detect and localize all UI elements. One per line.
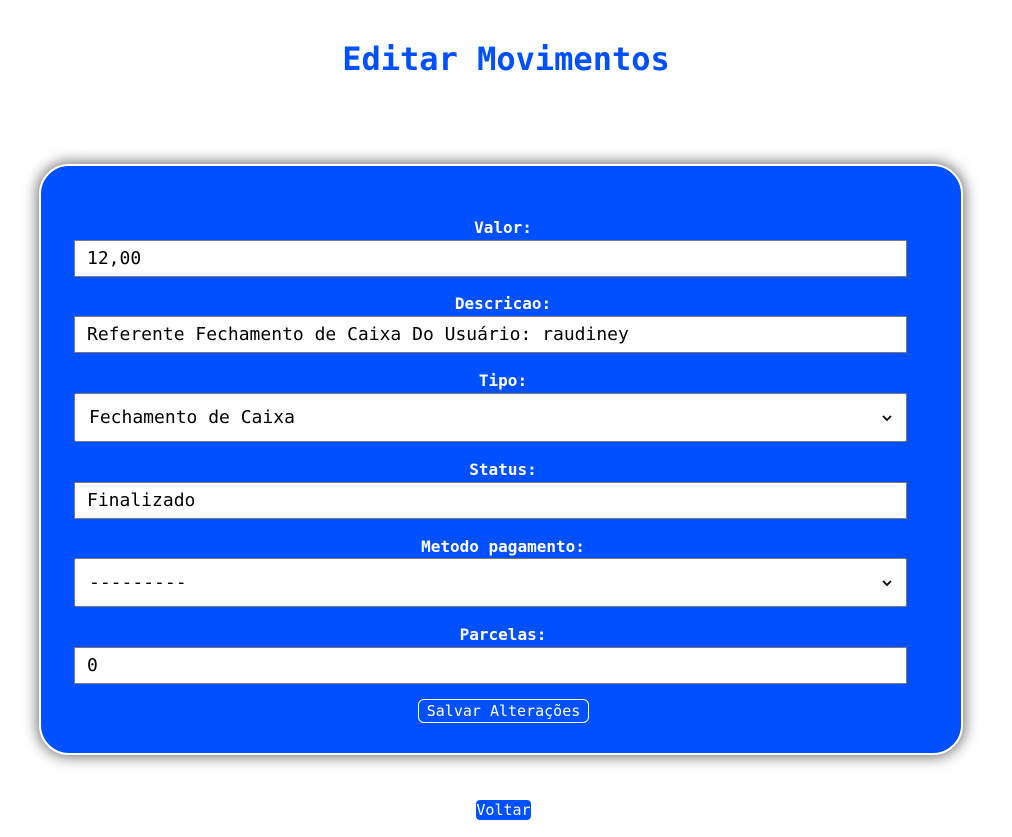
save-changes-button[interactable]: Salvar Alterações (418, 699, 589, 723)
page-title: Editar Movimentos (342, 40, 670, 78)
edit-movement-form: Valor: 12,00 Descricao: Referente Fecham… (39, 164, 963, 755)
descricao-label: Descricao: (454, 294, 552, 313)
tipo-select[interactable]: Fechamento de Caixa (74, 393, 907, 442)
parcelas-input[interactable]: 0 (74, 647, 907, 684)
valor-label: Valor: (474, 218, 532, 237)
status-input[interactable]: Finalizado (74, 482, 907, 519)
status-label: Status: (469, 460, 537, 479)
chevron-down-icon (882, 577, 892, 589)
tipo-selected-value: Fechamento de Caixa (89, 407, 295, 428)
back-button[interactable]: Voltar (476, 800, 531, 820)
descricao-input[interactable]: Referente Fechamento de Caixa Do Usuário… (74, 316, 907, 353)
metodo-pagamento-label: Metodo pagamento: (421, 537, 585, 556)
tipo-label: Tipo: (478, 371, 528, 390)
metodo-pagamento-select[interactable]: --------- (74, 558, 907, 607)
chevron-down-icon (882, 412, 892, 424)
metodo-pagamento-selected-value: --------- (89, 572, 187, 593)
valor-input[interactable]: 12,00 (74, 240, 907, 277)
parcelas-label: Parcelas: (459, 625, 547, 644)
